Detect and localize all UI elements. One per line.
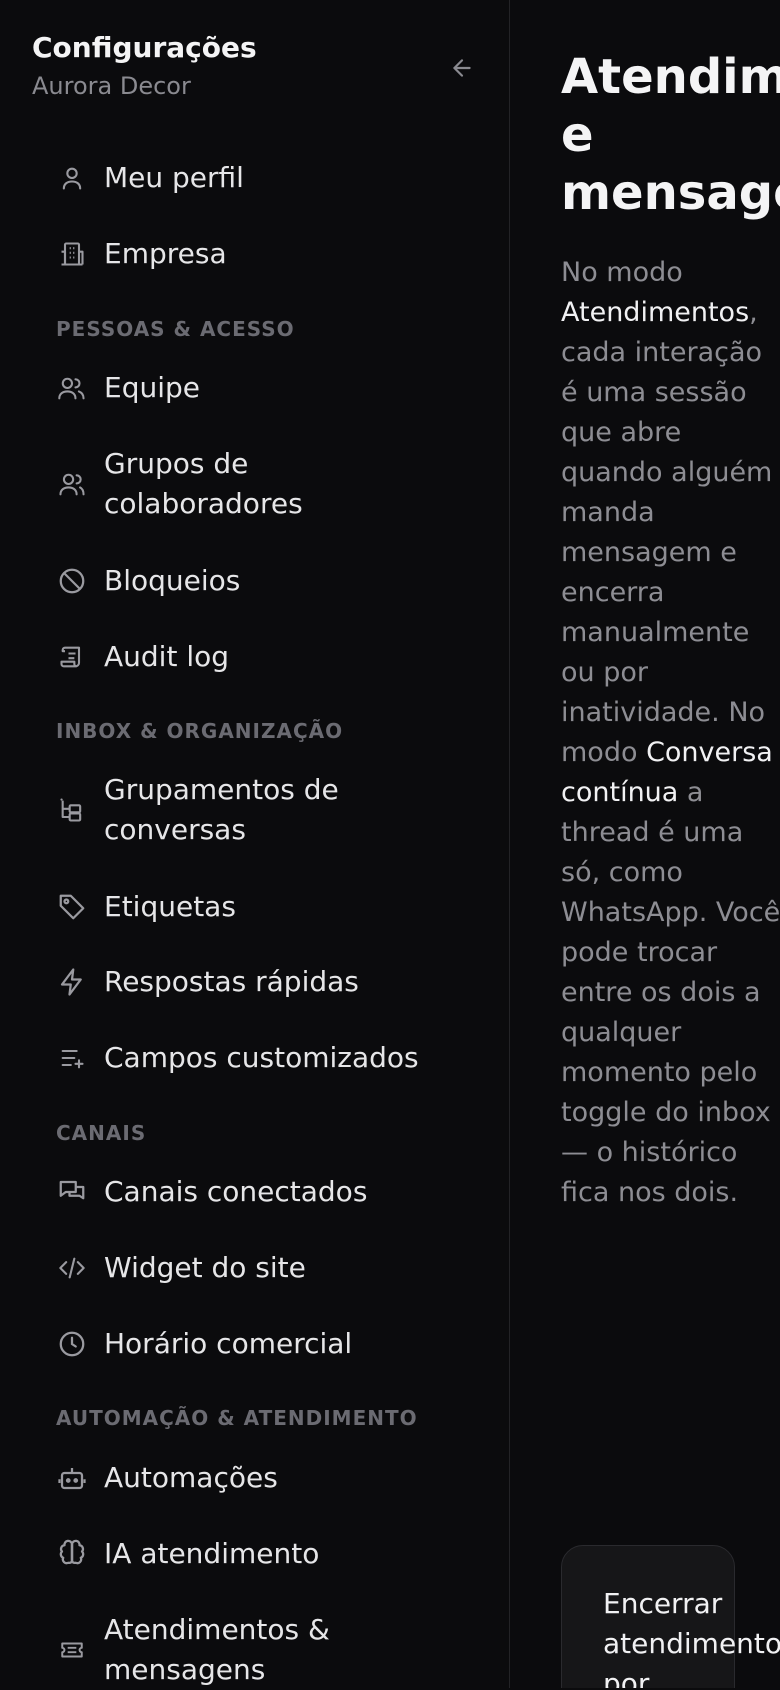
clock-icon — [40, 1324, 104, 1364]
sidebar-item-label: IA atendimento — [104, 1534, 319, 1574]
sidebar-item-label: Automações — [104, 1458, 278, 1498]
sidebar-item-label: Atendimentos & mensagens — [104, 1610, 404, 1690]
user-icon — [40, 158, 104, 198]
chat-bubbles-icon — [40, 1172, 104, 1212]
section-title-canais: CANAIS — [56, 1121, 146, 1145]
robot-icon — [40, 1458, 104, 1498]
sidebar-item-label: Audit log — [104, 637, 229, 677]
sidebar-item-label: Horário comercial — [104, 1324, 352, 1364]
sidebar-item-grupamentos-de-conversas[interactable]: Grupamentos de conversas — [40, 770, 480, 850]
bolt-icon — [40, 962, 104, 1002]
section-title-pessoas-acesso: PESSOAS & ACESSO — [56, 317, 295, 341]
sidebar-item-ia-atendimento[interactable]: IA atendimento — [40, 1534, 480, 1574]
ticket-icon — [40, 1630, 104, 1670]
sidebar-item-bloqueios[interactable]: Bloqueios — [40, 561, 480, 601]
description-text: No modo — [561, 257, 683, 288]
sidebar-item-campos-customizados[interactable]: Campos customizados — [40, 1038, 480, 1078]
sidebar-item-equipe[interactable]: Equipe — [40, 368, 480, 408]
sidebar-item-label: Canais conectados — [104, 1172, 367, 1212]
user-group-icon — [40, 464, 104, 504]
sidebar-item-label: Respostas rápidas — [104, 962, 359, 1002]
section-title-inbox-organizacao: INBOX & ORGANIZAÇÃO — [56, 719, 343, 743]
sidebar-item-label: Empresa — [104, 234, 227, 274]
sidebar-item-label: Widget do site — [104, 1248, 306, 1288]
sidebar-item-respostas-rapidas[interactable]: Respostas rápidas — [40, 962, 480, 1002]
brain-icon — [40, 1534, 104, 1574]
description-highlight: Atendimentos — [561, 297, 749, 328]
section-title-automacao-atendimento: AUTOMAÇÃO & ATENDIMENTO — [56, 1406, 418, 1430]
list-plus-icon — [40, 1038, 104, 1078]
page-description: No modo Atendimentos, cada interação é u… — [561, 253, 780, 1213]
sidebar-item-atendimentos-mensagens[interactable]: Atendimentos & mensagens — [40, 1610, 480, 1690]
sidebar-item-label: Etiquetas — [104, 887, 236, 927]
users-icon — [40, 368, 104, 408]
sidebar-title: Configurações — [32, 31, 257, 64]
scroll-icon — [40, 637, 104, 677]
arrow-left-icon — [449, 55, 475, 81]
sidebar-item-label: Grupos de colaboradores — [104, 444, 404, 524]
sidebar-item-grupos-de-colaboradores[interactable]: Grupos de colaboradores — [40, 444, 480, 524]
settings-sidebar: Configurações Aurora Decor Meu perfil Em… — [0, 0, 510, 1688]
sidebar-item-empresa[interactable]: Empresa — [40, 234, 480, 274]
sidebar-item-label: Campos customizados — [104, 1038, 419, 1078]
collapse-sidebar-button[interactable] — [444, 50, 480, 86]
main-content: Atendimentos e mensagens No modo Atendim… — [511, 0, 780, 1688]
sidebar-item-audit-log[interactable]: Audit log — [40, 637, 480, 677]
sidebar-item-canais-conectados[interactable]: Canais conectados — [40, 1172, 480, 1212]
sidebar-item-label: Bloqueios — [104, 561, 240, 601]
description-text: a thread é uma só, como WhatsApp. Você p… — [561, 777, 780, 1208]
building-icon — [40, 234, 104, 274]
sidebar-item-meu-perfil[interactable]: Meu perfil — [40, 158, 480, 198]
sidebar-item-widget-do-site[interactable]: Widget do site — [40, 1248, 480, 1288]
sidebar-item-label: Equipe — [104, 368, 200, 408]
description-text: , cada interação é uma sessão que abre q… — [561, 297, 772, 768]
sidebar-item-label: Meu perfil — [104, 158, 244, 198]
sidebar-subtitle: Aurora Decor — [32, 72, 191, 100]
code-icon — [40, 1248, 104, 1288]
sidebar-item-etiquetas[interactable]: Etiquetas — [40, 887, 480, 927]
tag-icon — [40, 887, 104, 927]
page-title: Atendimentos e mensagens — [561, 48, 780, 222]
sidebar-item-horario-comercial[interactable]: Horário comercial — [40, 1324, 480, 1364]
sidebar-item-automacoes[interactable]: Automações — [40, 1458, 480, 1498]
setting-card-title: Encerrar atendimento por inatividade — [603, 1584, 780, 1688]
ban-icon — [40, 561, 104, 601]
sidebar-item-label: Grupamentos de conversas — [104, 770, 404, 850]
tree-icon — [40, 790, 104, 830]
